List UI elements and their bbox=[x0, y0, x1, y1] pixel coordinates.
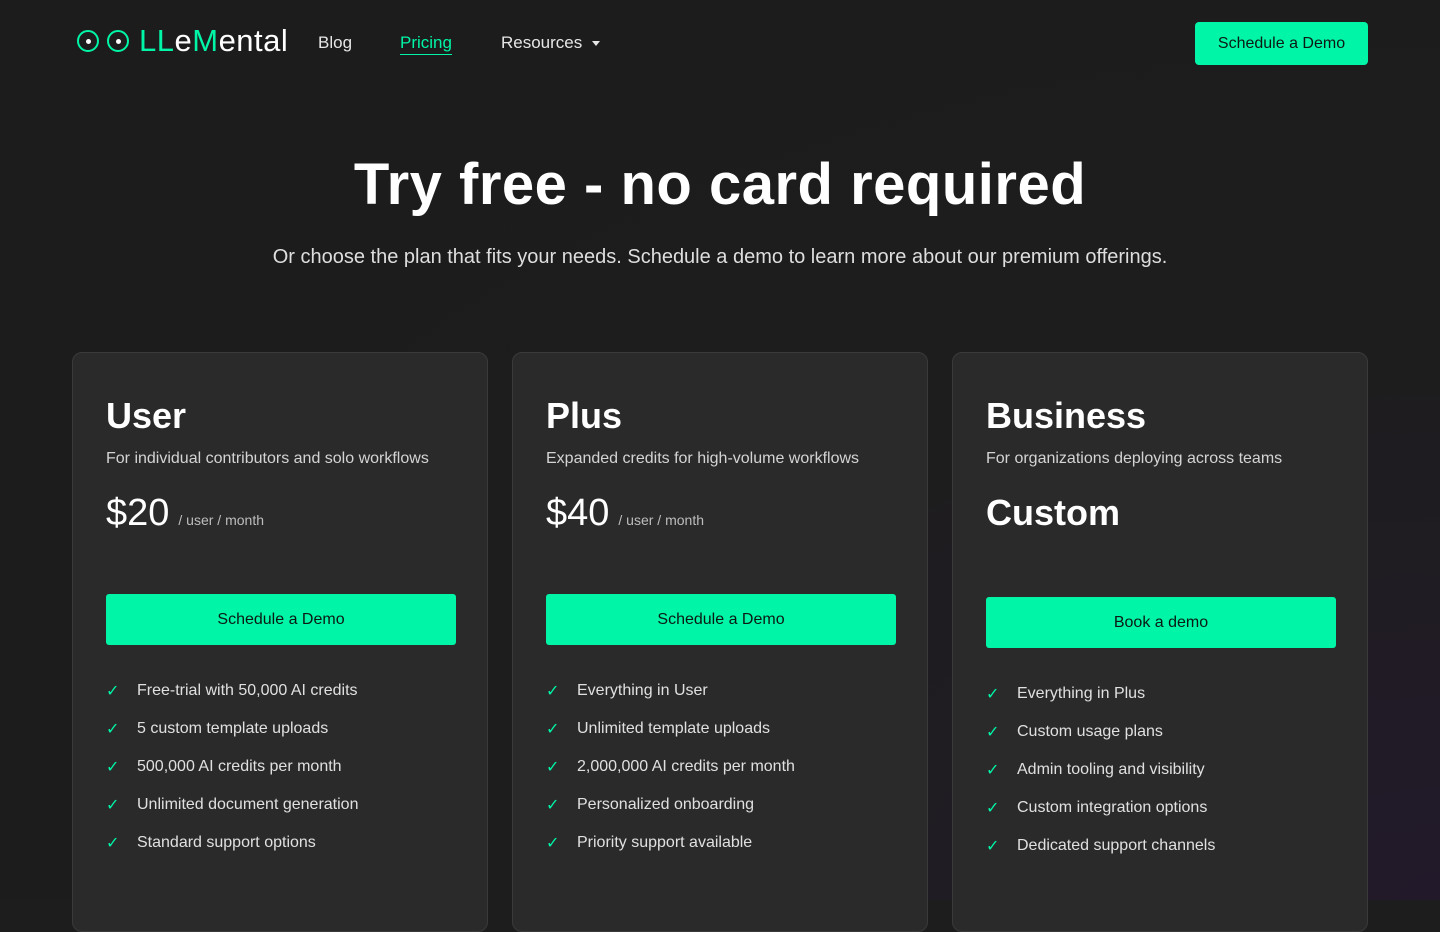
plan-price-unit: / user / month bbox=[178, 512, 264, 528]
plan-price: $20 bbox=[106, 492, 170, 534]
list-item: ✓ Free-trial with 50,000 AI credits bbox=[106, 672, 358, 710]
page-subtitle: Or choose the plan that fits your needs.… bbox=[272, 246, 1168, 268]
user-schedule-demo-button[interactable]: Schedule a Demo bbox=[106, 594, 456, 645]
plan-price-row: $20 / user / month bbox=[106, 491, 264, 535]
list-item: ✓ Unlimited template uploads bbox=[546, 710, 795, 748]
list-item: ✓ 500,000 AI credits per month bbox=[106, 748, 358, 786]
brand-logo[interactable]: LLeMental bbox=[77, 24, 288, 58]
feature-text: Everything in User bbox=[577, 682, 708, 699]
book-demo-button[interactable]: Book a demo bbox=[986, 597, 1336, 648]
check-icon: ✓ bbox=[106, 835, 120, 852]
right-eye-icon bbox=[107, 30, 129, 52]
check-icon: ✓ bbox=[546, 721, 560, 738]
nav-link-blog[interactable]: Blog bbox=[318, 33, 352, 53]
list-item: ✓ Everything in Plus bbox=[986, 675, 1215, 713]
list-item: ✓ Unlimited document generation bbox=[106, 786, 358, 824]
plan-card-business: Business For organizations deploying acr… bbox=[952, 352, 1368, 932]
check-icon: ✓ bbox=[986, 800, 1000, 817]
feature-text: Dedicated support channels bbox=[1017, 837, 1216, 854]
check-icon: ✓ bbox=[986, 838, 1000, 855]
plan-price: Custom bbox=[986, 492, 1120, 533]
plan-card-user: User For individual contributors and sol… bbox=[72, 352, 488, 932]
nav-link-pricing[interactable]: Pricing bbox=[400, 33, 452, 55]
list-item: ✓ 2,000,000 AI credits per month bbox=[546, 748, 795, 786]
feature-text: Everything in Plus bbox=[1017, 685, 1146, 702]
list-item: ✓ Custom integration options bbox=[986, 789, 1215, 827]
left-eye-icon bbox=[77, 30, 99, 52]
plan-price-row: $40 / user / month bbox=[546, 491, 704, 535]
feature-text: Unlimited document generation bbox=[137, 796, 359, 813]
nav-link-resources[interactable]: Resources bbox=[501, 33, 601, 53]
list-item: ✓ Everything in User bbox=[546, 672, 795, 710]
check-icon: ✓ bbox=[106, 797, 120, 814]
brand-name-part: e bbox=[174, 23, 193, 58]
brand-name: LLeMental bbox=[139, 24, 288, 58]
feature-text: Custom integration options bbox=[1017, 799, 1208, 816]
plan-price-row: Custom bbox=[986, 491, 1120, 535]
brand-name-part: M bbox=[192, 23, 219, 58]
brand-name-part: LL bbox=[139, 23, 175, 58]
check-icon: ✓ bbox=[546, 835, 560, 852]
feature-text: Custom usage plans bbox=[1017, 723, 1163, 740]
list-item: ✓ Dedicated support channels bbox=[986, 827, 1215, 865]
list-item: ✓ 5 custom template uploads bbox=[106, 710, 358, 748]
feature-text: 500,000 AI credits per month bbox=[137, 758, 342, 775]
plan-price: $40 bbox=[546, 492, 610, 534]
feature-text: Personalized onboarding bbox=[577, 796, 755, 813]
check-icon: ✓ bbox=[106, 683, 120, 700]
feature-text: Unlimited template uploads bbox=[577, 720, 770, 737]
check-icon: ✓ bbox=[546, 759, 560, 776]
check-icon: ✓ bbox=[546, 683, 560, 700]
plan-name: Plus bbox=[546, 395, 623, 436]
list-item: ✓ Personalized onboarding bbox=[546, 786, 795, 824]
check-icon: ✓ bbox=[986, 686, 1000, 703]
check-icon: ✓ bbox=[986, 762, 1000, 779]
plan-description: Expanded credits for high-volume workflo… bbox=[546, 450, 860, 467]
list-item: ✓ Standard support options bbox=[106, 824, 358, 862]
top-nav: LLeMental Blog Pricing Resources Schedul… bbox=[0, 0, 1440, 86]
list-item: ✓ Custom usage plans bbox=[986, 713, 1215, 751]
feature-text: Standard support options bbox=[137, 834, 316, 851]
feature-list: ✓ Everything in User ✓ Unlimited template … bbox=[546, 672, 795, 862]
plan-description: For individual contributors and solo wor… bbox=[106, 450, 429, 467]
check-icon: ✓ bbox=[106, 721, 120, 738]
feature-list: ✓ Free-trial with 50,000 AI credits ✓ 5 cu… bbox=[106, 672, 358, 862]
plan-description: For organizations deploying across teams bbox=[986, 450, 1283, 467]
plan-card-plus: Plus Expanded credits for high-volume wo… bbox=[512, 352, 928, 932]
feature-text: Free-trial with 50,000 AI credits bbox=[137, 682, 358, 699]
plus-schedule-demo-button[interactable]: Schedule a Demo bbox=[546, 594, 896, 645]
plan-name: Business bbox=[986, 395, 1147, 436]
feature-text: Priority support available bbox=[577, 834, 753, 851]
eyes-logo-icon bbox=[77, 30, 129, 52]
check-icon: ✓ bbox=[546, 797, 560, 814]
list-item: ✓ Priority support available bbox=[546, 824, 795, 862]
nav-link-resources-label: Resources bbox=[501, 33, 583, 52]
feature-text: 5 custom template uploads bbox=[137, 720, 329, 737]
schedule-demo-button[interactable]: Schedule a Demo bbox=[1195, 22, 1368, 65]
page-title: Try free - no card required bbox=[353, 152, 1087, 217]
plan-name: User bbox=[106, 395, 187, 436]
feature-text: Admin tooling and visibility bbox=[1017, 761, 1205, 778]
plan-price-unit: / user / month bbox=[618, 512, 704, 528]
check-icon: ✓ bbox=[106, 759, 120, 776]
feature-text: 2,000,000 AI credits per month bbox=[577, 758, 795, 775]
feature-list: ✓ Everything in Plus ✓ Custom usage plans … bbox=[986, 675, 1215, 865]
check-icon: ✓ bbox=[986, 724, 1000, 741]
chevron-down-icon bbox=[592, 41, 601, 46]
brand-name-part: ental bbox=[218, 23, 289, 58]
list-item: ✓ Admin tooling and visibility bbox=[986, 751, 1215, 789]
